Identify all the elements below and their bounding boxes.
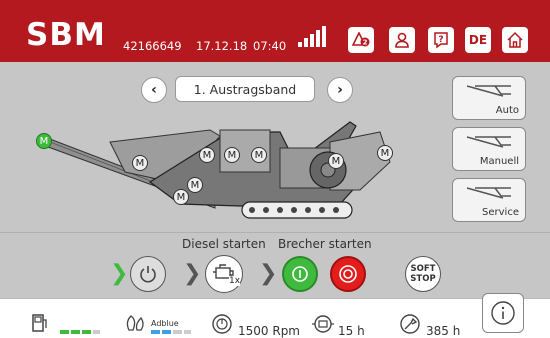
svg-text:2: 2 — [363, 39, 368, 47]
diesel-start-label: Diesel starten — [182, 237, 266, 251]
help-button[interactable]: ? — [428, 27, 454, 53]
warning-icon: 2 — [352, 32, 370, 47]
mode-manual-button[interactable]: Manuell — [452, 127, 526, 171]
info-button[interactable] — [482, 293, 524, 333]
component-selector[interactable]: 1. Austragsband — [175, 76, 315, 102]
mode-auto-button[interactable]: Auto — [452, 76, 526, 120]
rpm-icon — [212, 314, 232, 334]
chevron-left-icon: ‹ — [151, 82, 157, 98]
home-icon — [507, 31, 523, 48]
prev-component-button[interactable]: ‹ — [141, 77, 167, 103]
signal-strength-icon — [298, 25, 328, 47]
chevron-right-icon: ❯ — [183, 261, 202, 286]
mode-service-label: Service — [482, 207, 519, 218]
rpm-value: 1500 Rpm — [238, 324, 300, 338]
crusher-stop-button[interactable] — [330, 256, 366, 292]
warning-button[interactable]: 2 — [348, 27, 374, 53]
machine-diagram — [39, 121, 391, 219]
engine-hours-icon — [312, 315, 334, 333]
fuel-level-bar — [60, 330, 100, 334]
power-button[interactable] — [130, 256, 166, 292]
press-hint: 1x — [229, 276, 241, 286]
crusher-start-label: Brecher starten — [278, 237, 372, 251]
mode-manual-label: Manuell — [479, 156, 519, 167]
machine-id: 42166649 — [123, 39, 182, 53]
mode-service-button[interactable]: Service — [452, 178, 526, 222]
chevron-right-icon: ❯ — [259, 261, 278, 286]
motor-indicator-active[interactable]: M — [36, 133, 52, 149]
time-display: 07:40 — [253, 39, 287, 53]
motor-indicator[interactable]: M — [328, 153, 344, 169]
soft-stop-label-line2: STOP — [410, 274, 436, 284]
svg-text:?: ? — [438, 35, 443, 45]
user-button[interactable] — [389, 27, 415, 53]
chevron-right-icon: › — [337, 82, 343, 98]
wrench-hours-icon — [400, 314, 420, 334]
stop-icon — [339, 265, 357, 283]
start-icon — [292, 266, 308, 282]
soft-stop-button[interactable]: SOFT STOP — [405, 256, 441, 292]
adblue-label: Adblue — [151, 319, 179, 328]
crusher-mode-icon — [466, 85, 511, 97]
diesel-start-button[interactable] — [205, 255, 243, 293]
help-icon: ? — [434, 32, 448, 49]
engine-hours-value: 15 h — [338, 324, 365, 338]
motor-indicator[interactable]: M — [199, 147, 215, 163]
motor-indicator[interactable]: M — [173, 189, 189, 205]
home-button[interactable] — [502, 27, 528, 53]
soft-stop-label-line1: SOFT — [410, 264, 436, 274]
adblue-level-bar — [151, 330, 191, 334]
motor-indicator[interactable]: M — [187, 177, 203, 193]
date-display: 17.12.18 — [196, 39, 248, 53]
fuel-icon — [32, 314, 47, 332]
sbm-logo: SBM — [26, 17, 106, 53]
next-component-button[interactable]: › — [327, 77, 353, 103]
mode-auto-label: Auto — [495, 105, 519, 116]
motor-indicator[interactable]: M — [132, 155, 148, 171]
motor-indicator[interactable]: M — [224, 147, 240, 163]
chevron-right-icon: ❯ — [110, 261, 129, 286]
info-icon — [491, 301, 515, 325]
crusher-mode-icon — [466, 136, 511, 148]
user-icon — [395, 32, 409, 48]
power-icon — [140, 266, 156, 283]
language-button[interactable]: DE — [465, 27, 491, 53]
adblue-icon — [126, 315, 144, 331]
motor-indicator[interactable]: M — [251, 147, 267, 163]
motor-indicator[interactable]: M — [377, 145, 393, 161]
crusher-start-button[interactable] — [282, 256, 318, 292]
crusher-mode-icon — [466, 187, 511, 199]
component-selector-label: 1. Austragsband — [193, 81, 297, 97]
total-hours-value: 385 h — [426, 324, 461, 338]
